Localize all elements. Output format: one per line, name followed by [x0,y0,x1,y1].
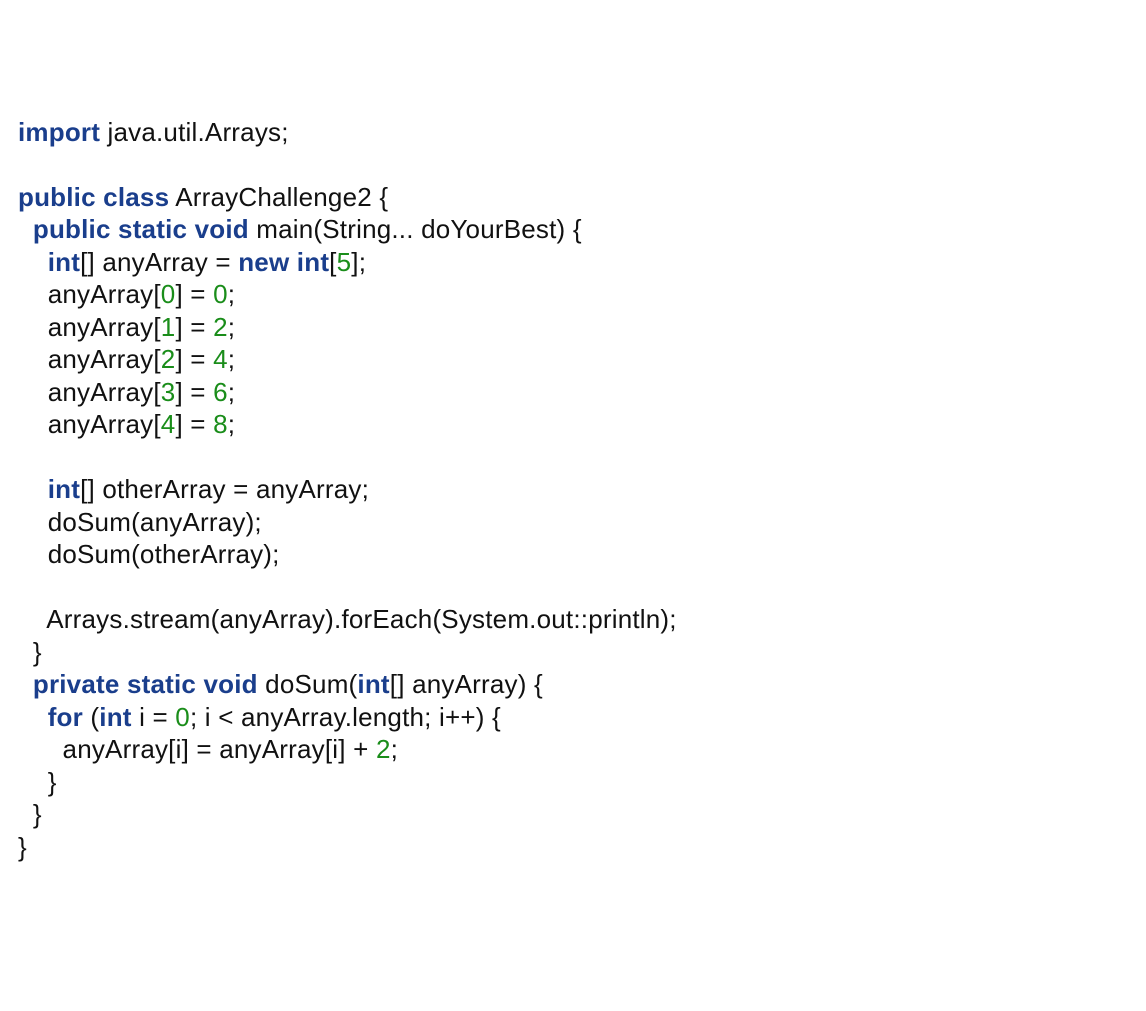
code-token: public static void [33,214,249,244]
code-token: anyArray[ [18,312,161,342]
code-token: 2 [376,734,391,764]
code-token: java.util.Arrays; [100,117,289,147]
code-token [18,214,33,244]
code-token: 2 [213,312,228,342]
code-token: int [99,702,131,732]
code-token: ArrayChallenge2 { [169,182,388,212]
code-token: 5 [337,247,352,277]
code-token: Arrays.stream(anyArray).forEach(System.o… [18,604,677,634]
code-token: anyArray[ [18,279,161,309]
code-token: 1 [161,312,176,342]
code-token: doSum(otherArray); [18,539,280,569]
code-token: anyArray[i] = anyArray[i] + [18,734,376,764]
code-token: ]; [351,247,366,277]
code-token: } [18,832,27,862]
code-token: ; [228,279,235,309]
code-token: ; i < anyArray.length; i++) { [190,702,501,732]
code-token: ] = [175,312,213,342]
code-token: doSum(anyArray); [18,507,262,537]
code-token: int [357,669,389,699]
code-token: ; [228,409,235,439]
code-token: i = [132,702,176,732]
code-token: new int [238,247,329,277]
code-token: 0 [175,702,190,732]
code-token [18,669,33,699]
code-token: [] otherArray = anyArray; [80,474,369,504]
code-token: for [48,702,83,732]
code-token: ; [391,734,398,764]
code-block: import java.util.Arrays; public class Ar… [18,116,1128,864]
code-token: ; [228,377,235,407]
code-token [18,702,48,732]
code-token: anyArray[ [18,409,161,439]
code-token: 6 [213,377,228,407]
code-token [18,474,48,504]
code-token: private static void [33,669,258,699]
code-token: public class [18,182,169,212]
code-token: import [18,117,100,147]
code-token: ] = [175,409,213,439]
code-token: ( [83,702,99,732]
code-token [18,247,48,277]
code-token: ; [228,312,235,342]
code-token: 8 [213,409,228,439]
code-token: int [48,247,80,277]
code-token: ; [228,344,235,374]
code-token: [ [329,247,336,277]
code-token: } [18,637,42,667]
code-token: 4 [213,344,228,374]
code-token: ] = [175,279,213,309]
code-token: int [48,474,80,504]
code-token: 0 [161,279,176,309]
code-token: ] = [175,344,213,374]
code-token: anyArray[ [18,377,161,407]
code-token: 4 [161,409,176,439]
code-token: ] = [175,377,213,407]
code-token: main(String... doYourBest) { [249,214,582,244]
code-token: 0 [213,279,228,309]
code-token: [] anyArray = [80,247,238,277]
code-token: } [18,799,42,829]
code-token: [] anyArray) { [390,669,543,699]
code-token: doSum( [258,669,358,699]
code-token: } [18,767,57,797]
code-token: anyArray[ [18,344,161,374]
code-token: 2 [161,344,176,374]
code-token: 3 [161,377,176,407]
